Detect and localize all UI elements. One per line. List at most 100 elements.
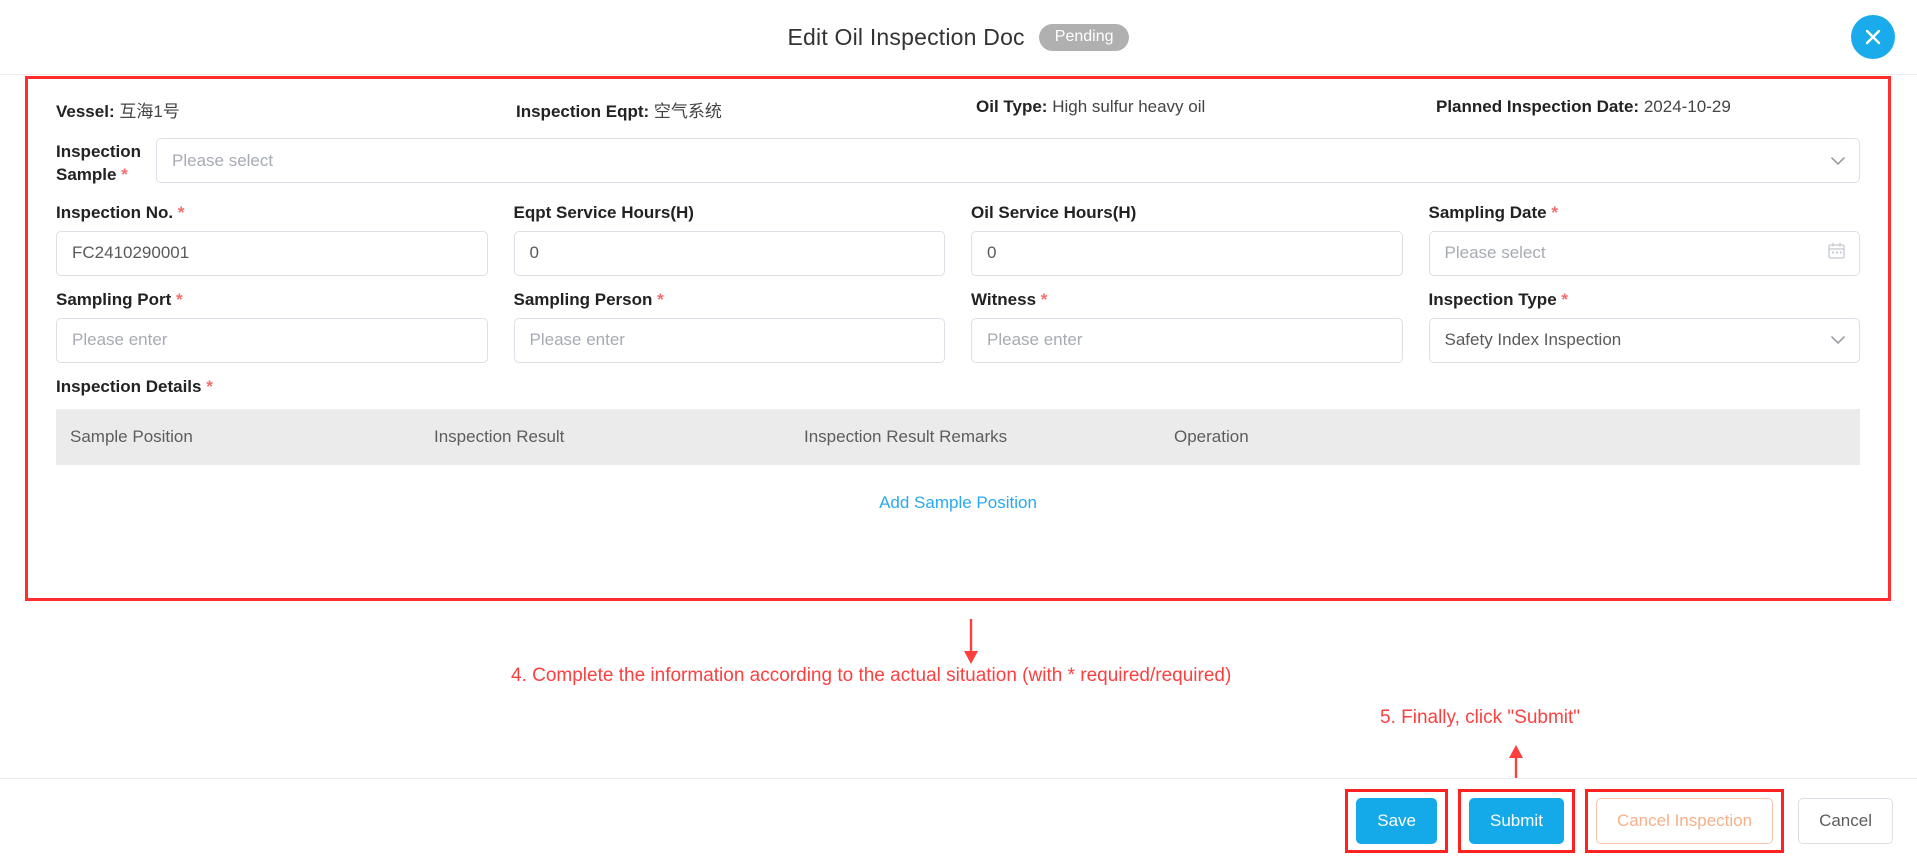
sampling-date-value: Please select [1444,243,1546,263]
chevron-down-icon [1831,151,1845,171]
sampling-person-label: Sampling Person * [513,289,664,309]
inspection-details-table-header: Sample Position Inspection Result Inspec… [56,408,1860,465]
inspection-sample-row: Inspection Sample * Please select [56,138,1860,187]
inspection-eqpt-info: Inspection Eqpt: 空气系统 [516,97,976,122]
annotation-step-4: 4. Complete the information according to… [511,665,1232,686]
oil-type-label: Oil Type: [976,97,1048,116]
cancel-inspection-highlight-box: Cancel Inspection [1584,788,1785,853]
required-marker: * [177,202,185,222]
status-badge: Pending [1038,23,1130,51]
close-button[interactable] [1851,15,1895,59]
witness-label: Witness * [971,289,1048,309]
oil-service-hours-label: Oil Service Hours(H) [971,202,1137,222]
modal-footer: Save Submit Cancel Inspection Cancel [0,778,1917,862]
sampling-port-col: Please enter [56,317,488,363]
inspection-sample-select[interactable]: Please select [156,138,1860,183]
column-header-sample-position: Sample Position [70,426,193,446]
planned-inspection-date-info: Planned Inspection Date: 2024-10-29 [1436,97,1860,122]
vessel-info: Vessel: 互海1号 [56,97,516,122]
annotation-arrow-down [960,619,982,670]
inspection-sample-label-text: Inspection Sample [56,142,142,184]
sampling-person-value: Please enter [529,330,625,350]
sampling-person-label-col: Sampling Person * [514,290,946,318]
required-marker: * [121,164,128,184]
sampling-port-label: Sampling Port * [56,289,183,309]
chevron-down-icon [1831,330,1845,350]
sampling-person-input[interactable]: Please enter [513,317,945,363]
eqpt-service-hours-label: Eqpt Service Hours(H) [513,202,694,222]
witness-input[interactable]: Please enter [971,317,1403,363]
inspection-no-value: FC2410290001 [72,243,190,263]
inspection-details-title: Inspection Details * [56,376,213,396]
inspection-type-label-col: Inspection Type * [1429,290,1861,318]
inspection-no-input[interactable]: FC2410290001 [56,230,488,276]
inspection-sample-value: Please select [172,150,274,170]
form-body: Vessel: 互海1号 Inspection Eqpt: 空气系统 Oil T… [28,79,1888,513]
eqpt-service-hours-input[interactable]: 0 [513,230,945,276]
inspection-type-value: Safety Index Inspection [1444,330,1622,350]
save-button[interactable]: Save [1356,797,1438,844]
sampling-date-label: Sampling Date * [1428,202,1558,222]
sampling-date-col: Please select [1428,230,1860,276]
eqpt-service-hours-label-col: Eqpt Service Hours(H) [514,203,946,231]
annotation-step-5: 5. Finally, click "Submit" [1380,707,1581,728]
page-title: Edit Oil Inspection Doc [787,23,1025,50]
save-highlight-box: Save [1345,788,1449,853]
inspection-no-label-col: Inspection No. * [56,203,488,231]
edit-oil-inspection-doc-modal: Edit Oil Inspection Doc Pending Vessel: … [0,0,1917,862]
form-highlight-box: Vessel: 互海1号 Inspection Eqpt: 空气系统 Oil T… [25,76,1891,601]
oil-service-hours-label-col: Oil Service Hours(H) [971,203,1403,231]
witness-value: Please enter [987,330,1083,350]
oil-service-hours-value: 0 [987,243,997,263]
column-header-operation: Operation [1174,426,1249,446]
column-header-inspection-result: Inspection Result [434,426,565,446]
inspection-type-label: Inspection Type * [1428,289,1569,309]
vessel-label: Vessel: [56,102,115,121]
cancel-inspection-button[interactable]: Cancel Inspection [1595,797,1774,844]
title-group: Edit Oil Inspection Doc Pending [787,23,1130,51]
modal-header: Edit Oil Inspection Doc Pending [0,0,1917,75]
required-marker: * [1040,289,1048,309]
sampling-port-value: Please enter [72,330,168,350]
add-sample-position-link[interactable]: Add Sample Position [56,465,1860,513]
eqpt-service-hours-value: 0 [529,243,539,263]
form-row-2-fields: Please enter Please enter Please enter S… [56,317,1860,363]
required-marker: * [657,289,664,309]
submit-button[interactable]: Submit [1469,797,1564,844]
submit-highlight-box: Submit [1458,788,1575,853]
inspection-sample-field: Please select [156,138,1860,183]
sampling-person-col: Please enter [513,317,945,363]
inspection-sample-label: Inspection Sample * [56,138,148,187]
planned-inspection-date-value: 2024-10-29 [1643,97,1731,116]
inspection-no-col: FC2410290001 [56,230,488,276]
cancel-button-wrap: Cancel [1798,797,1893,844]
witness-col: Please enter [971,317,1403,363]
eqpt-service-hours-col: 0 [513,230,945,276]
required-marker: * [206,376,213,396]
info-summary-row: Vessel: 互海1号 Inspection Eqpt: 空气系统 Oil T… [56,97,1860,122]
inspection-eqpt-label: Inspection Eqpt: [516,102,650,121]
cancel-button[interactable]: Cancel [1798,797,1893,844]
required-marker: * [175,289,183,309]
inspection-type-select[interactable]: Safety Index Inspection [1428,317,1860,363]
required-marker: * [1561,289,1569,309]
sampling-port-input[interactable]: Please enter [56,317,488,363]
calendar-icon [1828,242,1845,264]
oil-service-hours-col: 0 [971,230,1403,276]
witness-label-col: Witness * [971,290,1403,318]
form-row-1-labels: Inspection No. * Eqpt Service Hours(H) O… [56,203,1860,231]
inspection-type-col: Safety Index Inspection [1428,317,1860,363]
planned-inspection-date-label: Planned Inspection Date: [1436,97,1640,116]
sampling-date-input[interactable]: Please select [1428,230,1860,276]
oil-type-info: Oil Type: High sulfur heavy oil [976,97,1436,122]
inspection-eqpt-value: 空气系统 [653,102,722,121]
required-marker: * [1551,202,1558,222]
form-row-2-labels: Sampling Port * Sampling Person * Witnes… [56,290,1860,318]
close-icon [1863,27,1883,47]
sampling-date-label-col: Sampling Date * [1429,203,1861,231]
sampling-port-label-col: Sampling Port * [56,290,488,318]
inspection-no-label: Inspection No. * [56,202,185,222]
oil-service-hours-input[interactable]: 0 [971,230,1403,276]
vessel-value: 互海1号 [119,102,180,121]
column-header-inspection-result-remarks: Inspection Result Remarks [804,426,1008,446]
